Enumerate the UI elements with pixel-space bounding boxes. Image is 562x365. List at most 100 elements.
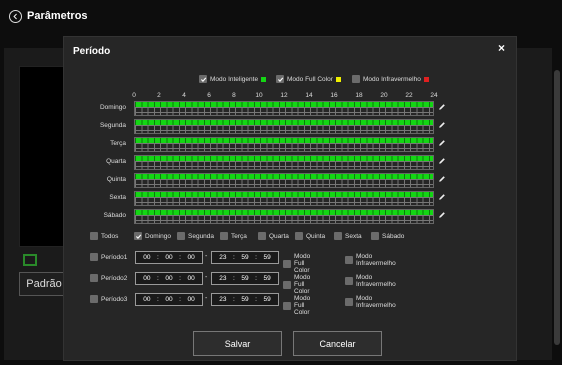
checkbox-icon[interactable] — [199, 75, 207, 83]
day-option-domingo[interactable]: Domingo — [134, 232, 171, 240]
legend-label: Modo Full Color — [287, 75, 333, 83]
checkbox-icon[interactable] — [345, 277, 353, 285]
mode-infrared-option[interactable]: Modo Infravermelho — [345, 274, 396, 288]
pencil-icon[interactable] — [438, 157, 446, 165]
period-dialog: Período × Modo Inteligente Modo Full Col… — [63, 36, 517, 361]
hour-tick: 0 — [132, 92, 136, 99]
default-button[interactable]: Padrão — [19, 272, 69, 296]
period-toggle[interactable]: Período2 — [90, 274, 127, 282]
day-option-quarta[interactable]: Quarta — [258, 232, 289, 240]
checkbox-icon[interactable] — [283, 280, 291, 289]
day-label: Terça — [110, 140, 126, 147]
day-option-quinta[interactable]: Quinta — [295, 232, 325, 240]
period-toggle[interactable]: Período3 — [90, 295, 127, 303]
period-start-time[interactable]: 00: 00: 00 — [135, 251, 203, 264]
pencil-icon[interactable] — [438, 139, 446, 147]
pencil-icon[interactable] — [438, 121, 446, 129]
minute-field[interactable]: 59 — [241, 296, 248, 303]
second-field[interactable]: 00 — [187, 275, 194, 282]
checkbox-icon[interactable] — [258, 232, 266, 240]
minute-field[interactable]: 59 — [241, 254, 248, 261]
day-option-todos[interactable]: Todos — [90, 232, 118, 240]
checkbox-icon[interactable] — [283, 259, 291, 268]
minute-field[interactable]: 00 — [165, 254, 172, 261]
time-separator: : — [233, 254, 235, 261]
checkbox-icon[interactable] — [276, 75, 284, 83]
hour-field[interactable]: 23 — [219, 275, 226, 282]
second-field[interactable]: 59 — [263, 254, 270, 261]
mode-label: Modo Full Color — [294, 274, 311, 295]
mode-label: Modo Full Color — [294, 253, 311, 274]
day-option-terca[interactable]: Terça — [220, 232, 247, 240]
second-field[interactable]: 59 — [263, 275, 270, 282]
pencil-icon[interactable] — [438, 103, 446, 111]
schedule-grid[interactable] — [134, 191, 434, 206]
period-end-time[interactable]: 23: 59: 59 — [211, 251, 279, 264]
pencil-icon[interactable] — [438, 211, 446, 219]
checkbox-icon[interactable] — [177, 232, 185, 240]
legend-infrared-mode[interactable]: Modo Infravermelho — [352, 73, 429, 85]
schedule-grid[interactable] — [134, 173, 434, 188]
checkbox-icon[interactable] — [283, 301, 291, 310]
checkbox-icon[interactable] — [90, 274, 98, 282]
day-option-sabado[interactable]: Sábado — [371, 232, 404, 240]
schedule-grid[interactable] — [134, 119, 434, 134]
day-option-segunda[interactable]: Segunda — [177, 232, 214, 240]
checkbox-icon[interactable] — [345, 256, 353, 264]
cancel-button[interactable]: Cancelar — [293, 331, 382, 356]
mode-full-color-option[interactable]: Modo Full Color — [283, 274, 310, 295]
hour-tick: 16 — [330, 92, 338, 99]
second-field[interactable]: 59 — [263, 296, 270, 303]
legend-swatch — [261, 76, 267, 82]
checkbox-icon[interactable] — [345, 298, 353, 306]
day-option-label: Quarta — [269, 232, 289, 240]
hour-field[interactable]: 23 — [219, 254, 226, 261]
legend-full-color-mode[interactable]: Modo Full Color — [276, 73, 341, 85]
checkbox-icon[interactable] — [352, 75, 360, 83]
hour-field[interactable]: 00 — [143, 296, 150, 303]
mode-full-color-option[interactable]: Modo Full Color — [283, 253, 310, 274]
period-start-time[interactable]: 00: 00: 00 — [135, 272, 203, 285]
checkbox-icon[interactable] — [295, 232, 303, 240]
minute-field[interactable]: 00 — [165, 275, 172, 282]
mode-infrared-option[interactable]: Modo Infravermelho — [345, 253, 396, 267]
schedule-grid[interactable] — [134, 137, 434, 152]
schedule-grid[interactable] — [134, 155, 434, 170]
pencil-icon[interactable] — [438, 193, 446, 201]
schedule-grid[interactable] — [134, 209, 434, 224]
checkbox-icon[interactable] — [134, 232, 142, 240]
checkbox-icon[interactable] — [371, 232, 379, 240]
mode-full-color-option[interactable]: Modo Full Color — [283, 295, 310, 316]
checkbox-icon[interactable] — [334, 232, 342, 240]
second-field[interactable]: 00 — [187, 296, 194, 303]
checkbox-icon[interactable] — [220, 232, 228, 240]
hour-field[interactable]: 23 — [219, 296, 226, 303]
period-start-time[interactable]: 00: 00: 00 — [135, 293, 203, 306]
mode-infrared-option[interactable]: Modo Infravermelho — [345, 295, 396, 309]
hour-field[interactable]: 00 — [143, 275, 150, 282]
day-option-sexta[interactable]: Sexta — [334, 232, 362, 240]
period-label: Período1 — [101, 253, 128, 261]
page-scrollbar[interactable] — [554, 70, 560, 345]
mode-label: Modo Infravermelho — [356, 274, 396, 288]
second-field[interactable]: 00 — [187, 254, 194, 261]
period-end-time[interactable]: 23: 59: 59 — [211, 272, 279, 285]
region-icon[interactable] — [23, 254, 37, 266]
checkbox-icon[interactable] — [90, 232, 98, 240]
schedule-grid[interactable] — [134, 101, 434, 116]
checkbox-icon[interactable] — [90, 295, 98, 303]
pencil-icon[interactable] — [438, 175, 446, 183]
time-separator: : — [255, 275, 257, 282]
minute-field[interactable]: 00 — [165, 296, 172, 303]
day-label: Sábado — [103, 212, 126, 219]
period-end-time[interactable]: 23: 59: 59 — [211, 293, 279, 306]
legend-smart-mode[interactable]: Modo Inteligente — [199, 73, 267, 85]
back-arrow-icon[interactable] — [9, 10, 22, 23]
close-icon[interactable]: × — [498, 42, 505, 54]
save-button[interactable]: Salvar — [193, 331, 282, 356]
mode-label: Modo Full Color — [294, 295, 311, 316]
minute-field[interactable]: 59 — [241, 275, 248, 282]
hour-field[interactable]: 00 — [143, 254, 150, 261]
checkbox-icon[interactable] — [90, 253, 98, 261]
period-toggle[interactable]: Período1 — [90, 253, 127, 261]
